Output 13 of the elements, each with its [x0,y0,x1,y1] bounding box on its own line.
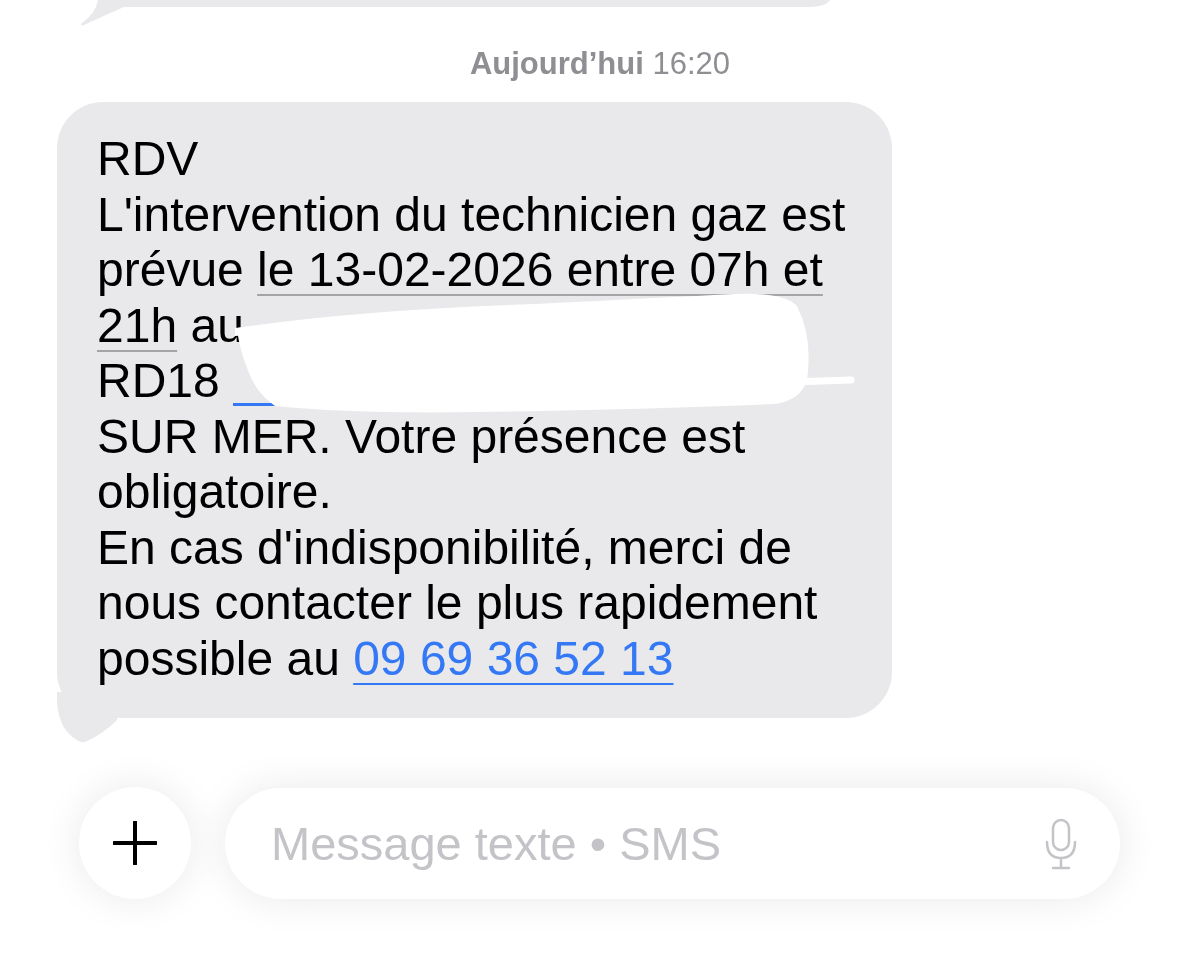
timestamp: Aujourd’hui 16:20 [469,46,731,82]
date-link[interactable]: le 13-02-2026 entre 07h et [257,243,823,296]
message-text: RDV [97,131,199,187]
message-field[interactable]: Message texte • SMS [225,787,1120,899]
plus-icon [113,821,157,865]
message-text: obligatoire. [97,464,332,520]
message-text: En cas d'indisponibilité, merci de [97,519,792,575]
message-text: L'intervention du technicien gaz est [97,186,846,242]
message-text: possible au 09 69 36 52 13 [97,630,674,686]
message-text: prévue le 13-02-2026 entre 07h et [97,242,823,298]
date-link[interactable]: 21h [97,298,178,352]
message-text: nous contacter le plus rapidement [97,575,818,631]
message-text: SUR MER. Votre présence est [97,408,746,464]
